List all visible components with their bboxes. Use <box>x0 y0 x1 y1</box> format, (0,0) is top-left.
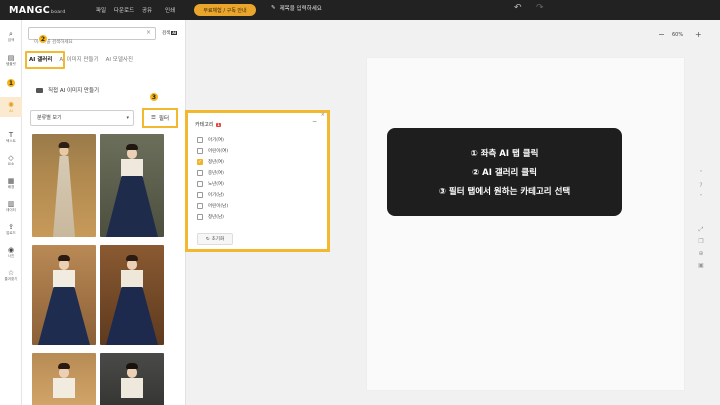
menu-file[interactable]: 파일 <box>90 6 113 14</box>
filter-icon: ☰ <box>150 115 156 121</box>
gallery-image[interactable] <box>32 134 96 237</box>
rail-item-favorites[interactable]: ☆ 즐겨찾기 <box>0 265 22 285</box>
menu-download[interactable]: 다운로드 <box>113 6 136 14</box>
rail-item-text[interactable]: T 텍스트 <box>0 127 22 147</box>
category-option[interactable]: ✓ 청년(여) <box>197 157 224 166</box>
zoom-bar: − 60% + <box>185 20 720 50</box>
copy-icon[interactable]: ❐ <box>694 238 708 250</box>
step-badge-2: 2 <box>38 34 48 44</box>
checkbox[interactable] <box>197 136 203 143</box>
tab-ai-model-photo[interactable]: AI 모델사진 <box>99 53 133 67</box>
rail-item-search[interactable]: ⌕ 검색 <box>0 26 22 46</box>
document-title-placeholder: 제목을 입력하세요 <box>279 6 322 12</box>
sort-select[interactable]: 분류별 보기 ▾ <box>30 110 134 126</box>
category-option[interactable]: 청년(남) <box>197 212 224 221</box>
rail-item-background[interactable]: ▦ 배경 <box>0 173 22 193</box>
guide-step-2: ② AI 갤러리 클릭 <box>472 168 537 178</box>
guide-step-3: ③ 필터 탭에서 원하는 카테고리 선택 <box>438 187 571 197</box>
category-option[interactable]: 어린이(여) <box>197 146 228 155</box>
filter-button[interactable]: ☰ 필터 <box>142 108 178 128</box>
guide-step-1: ① 좌측 AI 탭 클릭 <box>470 149 539 159</box>
category-option[interactable]: 아기(남) <box>197 190 224 199</box>
reset-button[interactable]: ↻ 초기화 <box>197 233 233 245</box>
checkbox[interactable] <box>197 180 203 187</box>
search-link[interactable]: 검색 AI <box>162 30 178 36</box>
gallery-image[interactable] <box>32 353 96 405</box>
refresh-icon: ↻ <box>205 236 210 242</box>
checkbox[interactable] <box>197 147 203 154</box>
gallery-image[interactable] <box>100 353 164 405</box>
gallery-image[interactable] <box>32 245 96 345</box>
checkbox[interactable] <box>197 213 203 220</box>
step-badge-3: 3 <box>149 92 159 102</box>
redo-icon[interactable]: ↷ <box>536 3 544 13</box>
zoom-level[interactable]: 60% <box>672 32 683 38</box>
menu-print[interactable]: 인쇄 <box>159 6 182 14</box>
filter-popup: 카테고리 1 − × 아기(여) 어린이(여) ✓ 청년(여) 중년(여) 노년(여… <box>185 110 330 252</box>
help-icon[interactable]: ? <box>694 182 708 194</box>
ai-panel: × 검색AI AI 갤러리 AI 이미지 만들기 AI 모델사진 직접 AI 이… <box>22 20 186 405</box>
upgrade-button[interactable]: 무료체험 / 구독 안내 <box>194 4 256 16</box>
category-option[interactable]: 노년(여) <box>197 179 224 188</box>
photo-icon: ◉ <box>7 245 15 254</box>
document-title-field[interactable]: ✎ 제목을 입력하세요 <box>271 4 322 12</box>
design-canvas[interactable] <box>367 58 684 390</box>
template-icon: ▤ <box>7 53 15 62</box>
delete-icon[interactable]: ▣ <box>694 262 708 274</box>
category-count-badge: 1 <box>216 123 221 127</box>
chevron-down-icon: ▾ <box>126 115 129 121</box>
close-icon[interactable]: × <box>321 112 325 118</box>
rail-item-element[interactable]: ◇ 요소 <box>0 150 22 170</box>
ai-icon: ✺ <box>8 100 14 109</box>
category-option[interactable]: 아기(여) <box>197 135 224 144</box>
logo[interactable]: MANGCboard <box>9 5 66 16</box>
element-icon: ◇ <box>8 153 14 162</box>
expand-icon[interactable]: ⤢ <box>694 226 708 238</box>
checkbox[interactable] <box>197 169 203 176</box>
category-header: 카테고리 1 <box>195 122 221 128</box>
category-option[interactable]: 어린이(남) <box>197 201 228 210</box>
zoom-in-icon[interactable]: + <box>695 30 702 39</box>
rail-item-data[interactable]: ▥ 데이터 <box>0 196 22 216</box>
image-gallery <box>32 134 177 405</box>
star-icon: ☆ <box>7 268 15 277</box>
upload-icon: ⇪ <box>8 222 14 231</box>
checkbox[interactable] <box>197 191 203 198</box>
zoom-out-icon[interactable]: − <box>658 30 665 39</box>
editor-app: MANGCboard 파일 다운로드 공유 인쇄 무료체험 / 구독 안내 ✎ … <box>0 0 720 405</box>
chevron-up-icon[interactable]: ˄ <box>694 170 708 182</box>
right-toolbar: ˄ ? ˅ ⤢ ❐ ⊕ ▣ <box>694 170 708 274</box>
guide-overlay: ① 좌측 AI 탭 클릭 ② AI 갤러리 클릭 ③ 필터 탭에서 원하는 카테… <box>387 128 622 216</box>
make-ai-image-button[interactable]: 직접 AI 이미지 만들기 <box>36 86 99 94</box>
category-option[interactable]: 중년(여) <box>197 168 224 177</box>
step-badge-1: 1 <box>6 78 16 88</box>
rail-item-upload[interactable]: ⇪ 업로드 <box>0 219 22 239</box>
gallery-image[interactable] <box>100 245 164 345</box>
close-icon[interactable]: × <box>146 29 151 36</box>
checkbox[interactable] <box>197 202 203 209</box>
top-nav: 파일 다운로드 공유 인쇄 <box>90 6 182 14</box>
top-bar: MANGCboard 파일 다운로드 공유 인쇄 무료체험 / 구독 안내 ✎ … <box>0 0 720 20</box>
rail-item-template[interactable]: ▤ 템플릿 <box>0 50 22 70</box>
undo-icon[interactable]: ↶ <box>514 3 522 13</box>
text-icon: T <box>8 130 14 139</box>
rail-item-photo[interactable]: ◉ 사진 <box>0 242 22 262</box>
chevron-down-icon[interactable]: ˅ <box>694 194 708 206</box>
menu-share[interactable]: 공유 <box>136 6 159 14</box>
search-icon: ⌕ <box>9 29 13 38</box>
pattern-icon: ▦ <box>7 176 15 185</box>
rail-item-ai[interactable]: ✺ AI <box>0 97 22 117</box>
gallery-image[interactable] <box>100 134 164 237</box>
pencil-icon: ✎ <box>271 5 276 11</box>
tab-highlight <box>25 51 65 69</box>
image-icon <box>36 87 43 93</box>
search-ai-badge: AI <box>171 31 178 35</box>
collapse-icon[interactable]: − <box>312 118 317 125</box>
chart-icon: ▥ <box>7 199 15 208</box>
add-page-icon[interactable]: ⊕ <box>694 250 708 262</box>
checkbox-checked[interactable]: ✓ <box>197 158 203 165</box>
